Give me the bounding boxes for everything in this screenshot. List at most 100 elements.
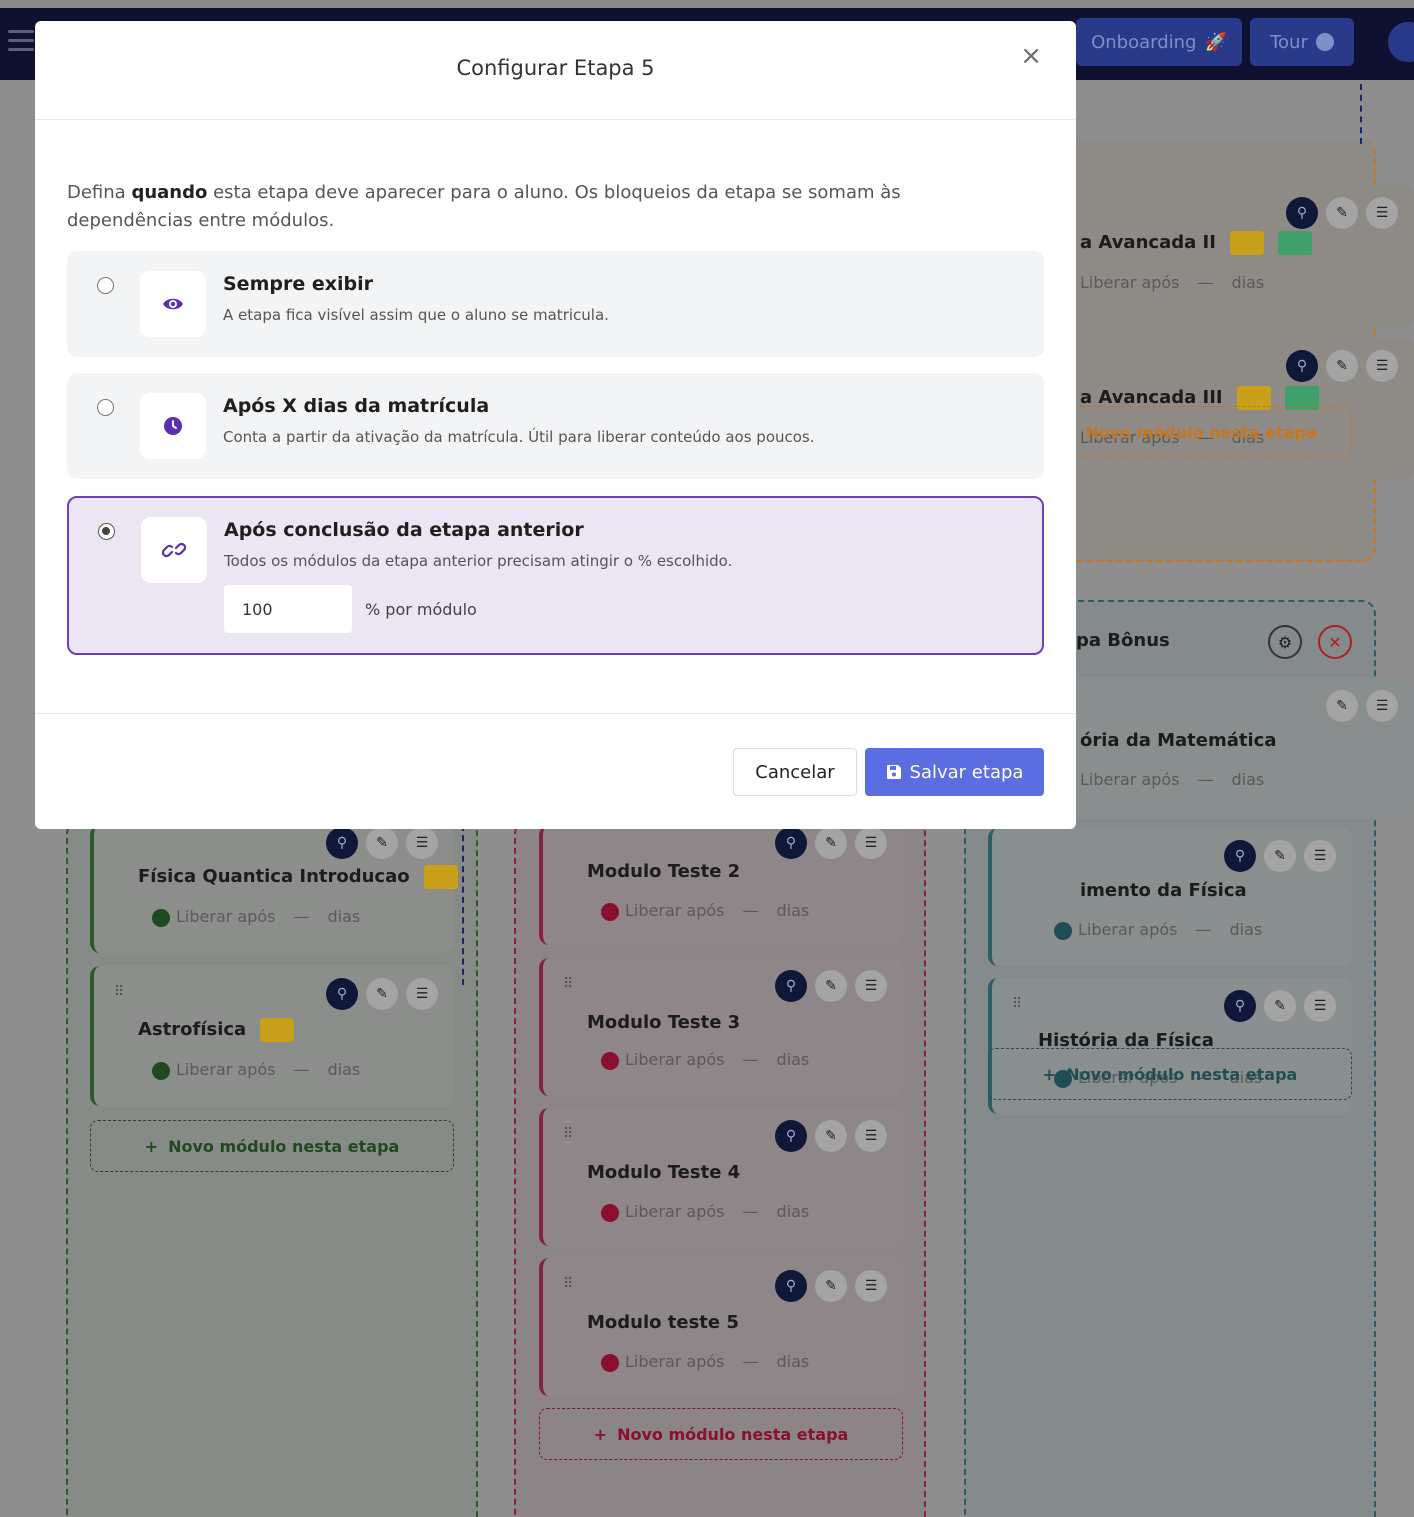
gear-icon[interactable]: ⚙ bbox=[1268, 625, 1302, 659]
card-actions: ⚲ ✎ ☰ bbox=[326, 978, 438, 1010]
configure-stage-modal: Configurar Etapa 5 × Defina quando esta … bbox=[35, 21, 1076, 829]
list-icon[interactable]: ☰ bbox=[855, 1270, 887, 1302]
list-icon[interactable]: ☰ bbox=[855, 1120, 887, 1152]
delete-stage-icon[interactable]: ✕ bbox=[1318, 625, 1352, 659]
edit-icon[interactable]: ✎ bbox=[1326, 690, 1358, 722]
new-module-button[interactable]: + Novo módulo nesta etapa bbox=[90, 1120, 454, 1172]
close-icon[interactable]: × bbox=[1020, 41, 1042, 71]
dependency-icon[interactable]: ⚲ bbox=[326, 827, 358, 859]
card-actions: ⚲ ✎ ☰ bbox=[1224, 840, 1336, 872]
module-card[interactable]: ⚲ ✎ ☰ imento da Física Liberar após — di… bbox=[988, 828, 1352, 966]
card-actions: ✎ ☰ bbox=[1326, 690, 1398, 722]
drag-handle-icon[interactable]: ⠿ bbox=[563, 1276, 574, 1292]
release-row: Liberar após — dias bbox=[601, 1050, 809, 1070]
clock-icon bbox=[152, 908, 170, 927]
drag-handle-icon[interactable]: ⠿ bbox=[1012, 996, 1023, 1012]
floppy-disk-icon bbox=[886, 765, 901, 779]
clock-icon bbox=[601, 902, 619, 921]
percent-input[interactable] bbox=[224, 585, 352, 633]
release-row: Liberar após — dias bbox=[601, 901, 809, 921]
radio-after-days[interactable] bbox=[97, 399, 114, 416]
dependency-line bbox=[462, 825, 464, 985]
new-module-label: Novo módulo nesta etapa bbox=[1085, 422, 1317, 442]
edit-icon[interactable]: ✎ bbox=[815, 1270, 847, 1302]
module-card[interactable]: ⚲ ✎ ☰ Modulo Teste 2 Liberar após — dias bbox=[539, 825, 903, 945]
new-module-button[interactable]: + Novo módulo nesta etapa bbox=[988, 1048, 1352, 1100]
option-after-days[interactable]: Após X dias da matrícula Conta a partir … bbox=[67, 373, 1044, 479]
module-title: Modulo Teste 2 bbox=[587, 861, 741, 882]
lock-badge bbox=[260, 1018, 295, 1042]
module-title: a Avancada II bbox=[1080, 231, 1313, 255]
edit-icon[interactable]: ✎ bbox=[815, 827, 847, 859]
onboarding-label: Onboarding bbox=[1091, 31, 1197, 53]
option-title: Após conclusão da etapa anterior bbox=[224, 519, 584, 541]
option-subtitle: Conta a partir da ativação da matrícula.… bbox=[223, 428, 815, 446]
radio-after-previous-stage[interactable] bbox=[98, 523, 115, 540]
edit-icon[interactable]: ✎ bbox=[366, 978, 398, 1010]
drag-handle-icon[interactable]: ⠿ bbox=[563, 1126, 574, 1142]
module-card[interactable]: ⠿ ⚲ ✎ ☰ Astrofísica Liberar após — dias bbox=[90, 966, 454, 1106]
new-module-button[interactable]: Novo módulo nesta etapa bbox=[1050, 406, 1352, 458]
list-icon[interactable]: ☰ bbox=[1304, 840, 1336, 872]
lock-badge bbox=[423, 865, 458, 889]
clock-icon bbox=[1054, 921, 1072, 940]
dependency-icon[interactable]: ⚲ bbox=[1224, 990, 1256, 1022]
module-card[interactable]: ⠿ ⚲ ✎ ☰ Modulo Teste 3 Liberar após — di… bbox=[539, 958, 903, 1096]
edit-icon[interactable]: ✎ bbox=[366, 827, 398, 859]
dependency-icon[interactable]: ⚲ bbox=[1286, 350, 1318, 382]
onboarding-button[interactable]: Onboarding 🚀 bbox=[1076, 18, 1242, 66]
stage-title: pa Bônus bbox=[1076, 630, 1170, 651]
edit-icon[interactable]: ✎ bbox=[815, 970, 847, 1002]
avatar[interactable] bbox=[1388, 22, 1414, 62]
edit-icon[interactable]: ✎ bbox=[1326, 350, 1358, 382]
list-icon[interactable]: ☰ bbox=[1366, 690, 1398, 722]
menu-icon[interactable] bbox=[8, 30, 34, 57]
dependency-icon[interactable]: ⚲ bbox=[775, 827, 807, 859]
modal-title: Configurar Etapa 5 bbox=[456, 56, 655, 80]
module-card[interactable]: ⠿ ⚲ ✎ ☰ Modulo Teste 4 Liberar após — di… bbox=[539, 1108, 903, 1246]
option-always-show[interactable]: Sempre exibir A etapa fica visível assim… bbox=[67, 251, 1044, 357]
new-module-label: Novo módulo nesta etapa bbox=[168, 1136, 400, 1156]
module-card[interactable]: ⠿ ⚲ ✎ ☰ Modulo teste 5 Liberar após — di… bbox=[539, 1258, 903, 1396]
release-row: Liberar após — dias bbox=[152, 1060, 360, 1080]
drag-handle-icon[interactable]: ⠿ bbox=[563, 976, 574, 992]
list-icon[interactable]: ☰ bbox=[1304, 990, 1336, 1022]
edit-icon[interactable]: ✎ bbox=[1326, 197, 1358, 229]
dependency-icon[interactable]: ⚲ bbox=[775, 1270, 807, 1302]
tour-button[interactable]: Tour bbox=[1250, 18, 1354, 66]
modal-footer: Cancelar Salvar etapa bbox=[35, 713, 1076, 829]
list-icon[interactable]: ☰ bbox=[406, 978, 438, 1010]
module-card[interactable]: ⚲ ✎ ☰ a Avancada II Liberar após — dias bbox=[1050, 185, 1414, 327]
option-title: Após X dias da matrícula bbox=[223, 395, 490, 417]
edit-icon[interactable]: ✎ bbox=[1264, 990, 1296, 1022]
module-card[interactable]: ⚲ ✎ ☰ Física Quantica Introducao Liberar… bbox=[90, 825, 458, 953]
card-actions: ⚲ ✎ ☰ bbox=[326, 827, 438, 859]
option-after-previous-stage[interactable]: Após conclusão da etapa anterior Todos o… bbox=[67, 496, 1044, 655]
list-icon[interactable]: ☰ bbox=[406, 827, 438, 859]
module-title: Modulo teste 5 bbox=[587, 1312, 739, 1333]
drag-handle-icon[interactable]: ⠿ bbox=[114, 984, 125, 1000]
dependency-icon[interactable]: ⚲ bbox=[326, 978, 358, 1010]
dependency-icon[interactable]: ⚲ bbox=[775, 970, 807, 1002]
plus-icon: + bbox=[1042, 1064, 1057, 1084]
list-icon[interactable]: ☰ bbox=[855, 827, 887, 859]
new-module-button[interactable]: + Novo módulo nesta etapa bbox=[539, 1408, 903, 1460]
card-actions: ⚲ ✎ ☰ bbox=[775, 1270, 887, 1302]
module-card[interactable]: ✎ ☰ ória da Matemática Liberar após — di… bbox=[1050, 678, 1414, 818]
modal-header: Configurar Etapa 5 × bbox=[35, 21, 1076, 120]
edit-icon[interactable]: ✎ bbox=[815, 1120, 847, 1152]
modal-description: Defina quando esta etapa deve aparecer p… bbox=[67, 182, 901, 231]
radio-always-show[interactable] bbox=[97, 277, 114, 294]
list-icon[interactable]: ☰ bbox=[855, 970, 887, 1002]
list-icon[interactable]: ☰ bbox=[1366, 197, 1398, 229]
module-title: Modulo Teste 3 bbox=[587, 1012, 741, 1033]
list-icon[interactable]: ☰ bbox=[1366, 350, 1398, 382]
edit-icon[interactable]: ✎ bbox=[1264, 840, 1296, 872]
save-stage-button[interactable]: Salvar etapa bbox=[865, 748, 1044, 796]
release-row: Liberar após — dias bbox=[1080, 273, 1265, 292]
dependency-icon[interactable]: ⚲ bbox=[1286, 197, 1318, 229]
key-badge bbox=[1278, 231, 1313, 255]
dependency-icon[interactable]: ⚲ bbox=[1224, 840, 1256, 872]
cancel-button[interactable]: Cancelar bbox=[733, 748, 857, 796]
dependency-icon[interactable]: ⚲ bbox=[775, 1120, 807, 1152]
